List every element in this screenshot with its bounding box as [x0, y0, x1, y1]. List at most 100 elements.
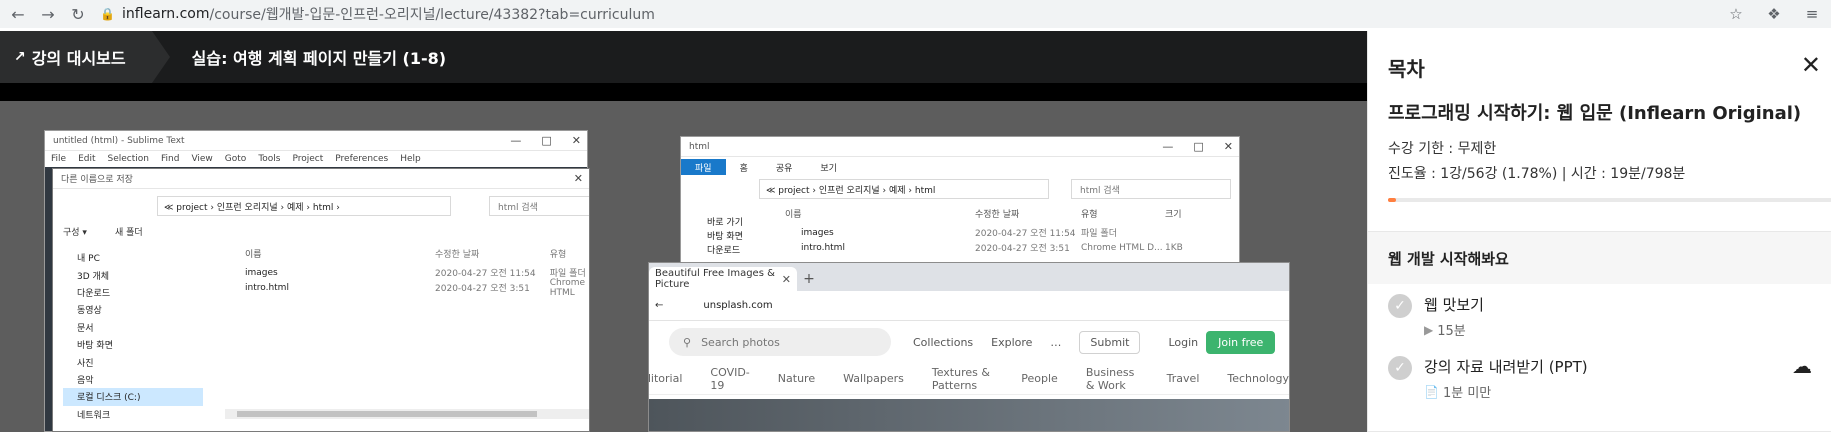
- lecture-title: 실습: 여행 계획 페이지 만들기 (1-8): [191, 49, 447, 68]
- category: Technology: [1227, 372, 1289, 385]
- category: COVID-19: [710, 365, 750, 392]
- menu-item: Find: [160, 154, 180, 164]
- lesson-item[interactable]: ✓ 웹 맛보기 ▶ 15분: [1368, 284, 1831, 346]
- chrome-tabbar: Beautiful Free Images & Picture ✕ +: [649, 263, 1289, 291]
- menu-item: View: [191, 154, 213, 164]
- ribbon-tab: 보기: [820, 163, 837, 174]
- explorer-rows: images 2020-04-27 오전 11:54 파일 폴더 intro.h…: [785, 225, 1205, 255]
- ribbon-tab: 파일: [681, 159, 726, 175]
- unsplash-search: ⚲ Search photos: [669, 328, 891, 356]
- lock-icon: 🔒: [100, 7, 115, 21]
- menu-item: Project: [292, 154, 324, 164]
- tree-item: 동영상: [77, 306, 102, 317]
- file-type: Chrome HTML: [549, 277, 586, 298]
- tab-close-icon: ✕: [781, 272, 791, 286]
- file-name: intro.html: [245, 282, 289, 293]
- column-header: 이름: [785, 210, 802, 220]
- join-button: Join free: [1206, 330, 1276, 354]
- forward-arrow-icon[interactable]: →: [36, 2, 60, 26]
- menu-item: File: [51, 154, 67, 164]
- window-title: untitled (html) - Sublime Text: [45, 131, 587, 151]
- explorer-search: html 검색: [1071, 179, 1231, 199]
- menu-icon[interactable]: ≡: [1801, 3, 1823, 25]
- category: Wallpapers: [843, 372, 904, 385]
- download-cloud-icon[interactable]: ☁: [1792, 354, 1812, 378]
- category: Nature: [777, 372, 816, 385]
- ribbon-tab: 홈: [739, 163, 748, 174]
- dashboard-button[interactable]: ↗ 강의 대시보드: [0, 31, 170, 83]
- tree-item-selected: 로컬 디스크 (C:): [63, 388, 203, 406]
- tree-item: 다운로드: [77, 288, 111, 299]
- tree-item: 바로 가기: [707, 218, 743, 228]
- reload-icon[interactable]: ↻: [66, 2, 90, 26]
- close-icon[interactable]: ✕: [1801, 51, 1821, 79]
- course-header: ↗ 강의 대시보드 실습: 여행 계획 페이지 만들기 (1-8): [0, 31, 1367, 83]
- extensions-puzzle-icon[interactable]: ❖: [1763, 3, 1785, 25]
- unsplash-categories: Editorial COVID-19 Nature Wallpapers Tex…: [649, 363, 1289, 395]
- menu-item: Tools: [258, 154, 281, 164]
- lesson-meta: ▶ 15분: [1424, 320, 1466, 340]
- address-bar[interactable]: 🔒 inflearn.com/course/웹개발-입문-인프런-오리지널/le…: [100, 2, 1780, 26]
- dialog-address: ≪ project › 인프런 오리지널 › 예제 › html ›: [157, 196, 451, 216]
- section-header[interactable]: 웹 개발 시작해봐요: [1368, 232, 1831, 284]
- column-header: 이름: [245, 250, 262, 260]
- column-header: 수정한 날짜: [975, 210, 1020, 220]
- unsplash-nav: ⚲ Search photos Collections Explore … Su…: [649, 321, 1289, 363]
- file-row: images 2020-04-27 오전 11:54 파일 폴더: [785, 225, 1205, 240]
- course-progress-text: 진도율 : 1강/56강 (1.78%) | 시간 : 19분/798분: [1388, 166, 1686, 182]
- search-icon: ⚲: [683, 335, 692, 349]
- file-name: intro.html: [801, 242, 845, 253]
- lesson-item[interactable]: ✓ 강의 자료 내려받기 (PPT) 📄 1분 미만 ☁: [1368, 346, 1831, 408]
- file-name: images: [801, 227, 834, 238]
- back-arrow-icon[interactable]: ←: [6, 2, 30, 26]
- dialog-columns: 이름 수정한 날짜 유형: [225, 247, 589, 260]
- file-date: 2020-04-27 오전 3:51: [975, 244, 1070, 254]
- tree-item: 3D 개체: [77, 271, 110, 282]
- browser-toolbar: ← → ↻ 🔒 inflearn.com/course/웹개발-입문-인프런-오…: [0, 0, 1831, 28]
- file-date: 2020-04-27 오전 3:51: [435, 284, 530, 294]
- menu-item: Preferences: [335, 154, 389, 164]
- tree-item: 내 PC: [77, 254, 100, 265]
- url-host: inflearn.com: [122, 6, 210, 22]
- column-header: 크기: [1165, 210, 1182, 220]
- column-header: 유형: [549, 250, 567, 260]
- dialog-rows: images 2020-04-27 오전 11:54 파일 폴더 intro.h…: [225, 265, 589, 298]
- tab-title: Beautiful Free Images & Picture: [655, 268, 775, 290]
- dialog-sidebar: 내 PC 3D 개체 다운로드 동영상 문서 바탕 화면 사진 음악 로컬 디스…: [63, 249, 203, 423]
- explorer-controls: — □ ✕: [1162, 140, 1233, 153]
- check-icon: ✓: [1388, 356, 1412, 380]
- login-link: Login: [1168, 335, 1199, 349]
- dialog-toolbar: 구성 ▾ 새 폴더: [63, 225, 143, 238]
- hero-image: [649, 399, 1289, 431]
- nav-link: Explore: [991, 335, 1033, 349]
- explorer-sidebar: 바로 가기 바탕 화면 다운로드: [691, 215, 743, 257]
- bookmark-star-icon[interactable]: ☆: [1725, 3, 1747, 25]
- play-icon: ▶: [1424, 322, 1434, 337]
- lesson-name: 강의 자료 내려받기 (PPT): [1424, 358, 1588, 376]
- category: People: [1021, 372, 1058, 385]
- menu-item: Goto: [224, 154, 247, 164]
- column-header: 유형: [1081, 210, 1098, 220]
- dialog-hscrollbar: [225, 409, 589, 419]
- curriculum-panel: 목차 ✕ 프로그래밍 시작하기: 웹 입문 (Inflearn Original…: [1367, 31, 1831, 432]
- file-type: 파일 폴더: [1081, 229, 1117, 239]
- tree-item: 네트워크: [77, 410, 111, 421]
- category: Travel: [1166, 372, 1200, 385]
- external-link-icon: ↗: [14, 49, 26, 65]
- file-date: 2020-04-27 오전 11:54: [975, 229, 1076, 239]
- course-period: 수강 기한 : 무제한: [1388, 141, 1497, 157]
- new-tab-icon: +: [803, 271, 815, 287]
- tree-item: 사진: [77, 358, 94, 369]
- file-row: intro.html 2020-04-27 오전 3:51 Chrome HTM…: [225, 277, 589, 298]
- chrome-window: Beautiful Free Images & Picture ✕ + ← un…: [648, 262, 1290, 432]
- dialog-title: 다른 이름으로 저장: [53, 169, 589, 189]
- ribbon-tab: 공유: [775, 163, 793, 174]
- menu-item: Help: [400, 154, 421, 164]
- explorer-title: html: [681, 137, 1239, 157]
- dialog-close-icon: ✕: [573, 172, 583, 185]
- window-controls: — □ ✕: [510, 134, 581, 147]
- course-name: 프로그래밍 시작하기: 웹 입문 (Inflearn Original): [1388, 103, 1802, 124]
- lesson-meta: 📄 1분 미만: [1424, 382, 1491, 402]
- menu-item: Edit: [78, 154, 96, 164]
- chrome-tab: Beautiful Free Images & Picture ✕: [649, 267, 797, 291]
